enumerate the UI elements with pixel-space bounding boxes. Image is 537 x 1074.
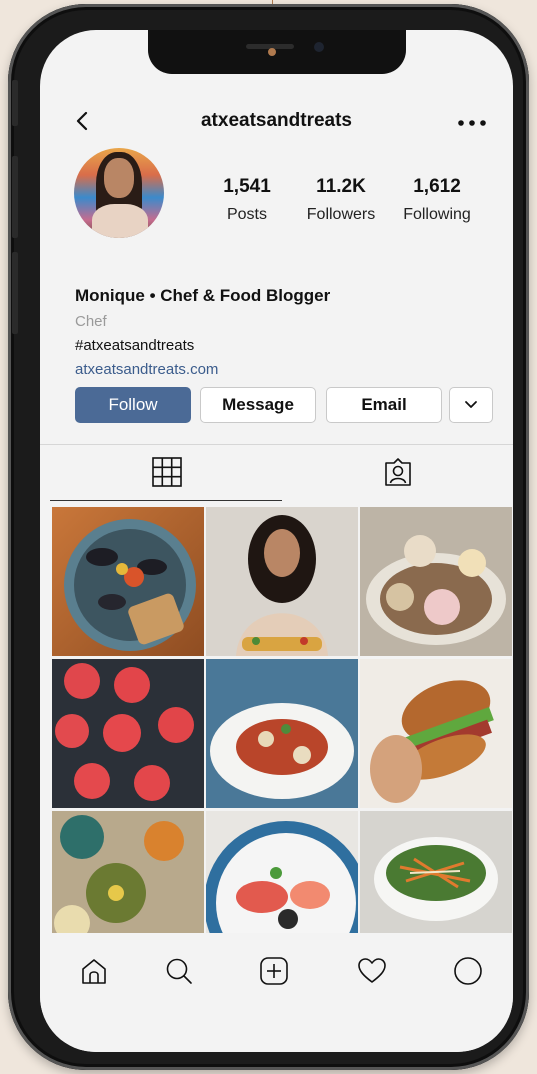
chevron-down-icon [465,401,477,408]
stat-followers[interactable]: 11.2K Followers [298,176,384,224]
volume-down-button [12,252,18,334]
tabs-divider [40,444,513,445]
post-image-mezze [52,811,204,933]
bio-name: Monique • Chef & Food Blogger [75,286,331,305]
more-options-button[interactable] [449,387,493,423]
stat-following[interactable]: 1,612 Following [394,176,480,224]
stat-posts-value: 1,541 [223,176,271,197]
avatar-face [104,158,134,198]
phone-screen: atxeatsandtreats 1,541 Posts 11.2K Follo… [40,30,513,1052]
posts-grid [52,507,513,933]
stat-following-label: Following [403,206,471,223]
front-camera [314,42,324,52]
post-image-pasta [206,659,358,808]
stat-followers-label: Followers [306,206,376,223]
post-image-salad [360,811,512,933]
profile-circle-icon[interactable] [452,955,484,987]
search-icon[interactable] [163,955,195,987]
stat-posts[interactable]: 1,541 Posts [208,176,286,224]
more-horizontal-icon[interactable] [456,118,490,128]
post-image-chef [206,507,358,656]
grid-icon[interactable] [151,456,183,488]
message-button[interactable]: Message [200,387,316,423]
avatar[interactable] [74,148,164,238]
annotation-pointer-dot [268,48,276,56]
post-thumbnail[interactable] [52,507,204,656]
follow-button[interactable]: Follow [75,387,191,423]
post-thumbnail[interactable] [206,811,358,933]
post-thumbnail[interactable] [52,811,204,933]
home-icon[interactable] [78,955,110,987]
volume-up-button [12,156,18,238]
stat-followers-value: 11.2K [316,176,366,197]
phone-frame: atxeatsandtreats 1,541 Posts 11.2K Follo… [8,4,529,1070]
email-button[interactable]: Email [326,387,442,423]
post-image-mussels [64,519,196,651]
post-thumbnail[interactable] [360,659,512,808]
profile-header: atxeatsandtreats [40,102,513,142]
post-thumbnail[interactable] [206,507,358,656]
avatar-body [92,204,148,238]
tagged-person-icon[interactable] [382,456,414,488]
post-thumbnail[interactable] [360,811,512,933]
active-tab-indicator [50,500,282,501]
post-image-cream-puffs [52,659,204,808]
post-image-sandwich [360,659,512,808]
bio-website-link[interactable]: atxeatsandtreats.com [75,361,218,378]
post-thumbnail[interactable] [52,659,204,808]
add-post-icon[interactable] [258,955,290,987]
bio-category: Chef [75,313,107,330]
bottom-navigation [40,933,513,1052]
notch [148,30,406,74]
post-thumbnail[interactable] [360,507,512,656]
heart-icon[interactable] [356,955,388,987]
stat-posts-label: Posts [226,206,267,223]
bio-hashtag[interactable]: #atxeatsandtreats [75,337,194,354]
post-image-poke-bowl [206,811,358,933]
post-thumbnail[interactable] [206,659,358,808]
post-image-desserts [360,507,512,656]
mute-switch [12,80,18,126]
stat-following-value: 1,612 [413,176,461,197]
profile-username: atxeatsandtreats [200,110,353,131]
